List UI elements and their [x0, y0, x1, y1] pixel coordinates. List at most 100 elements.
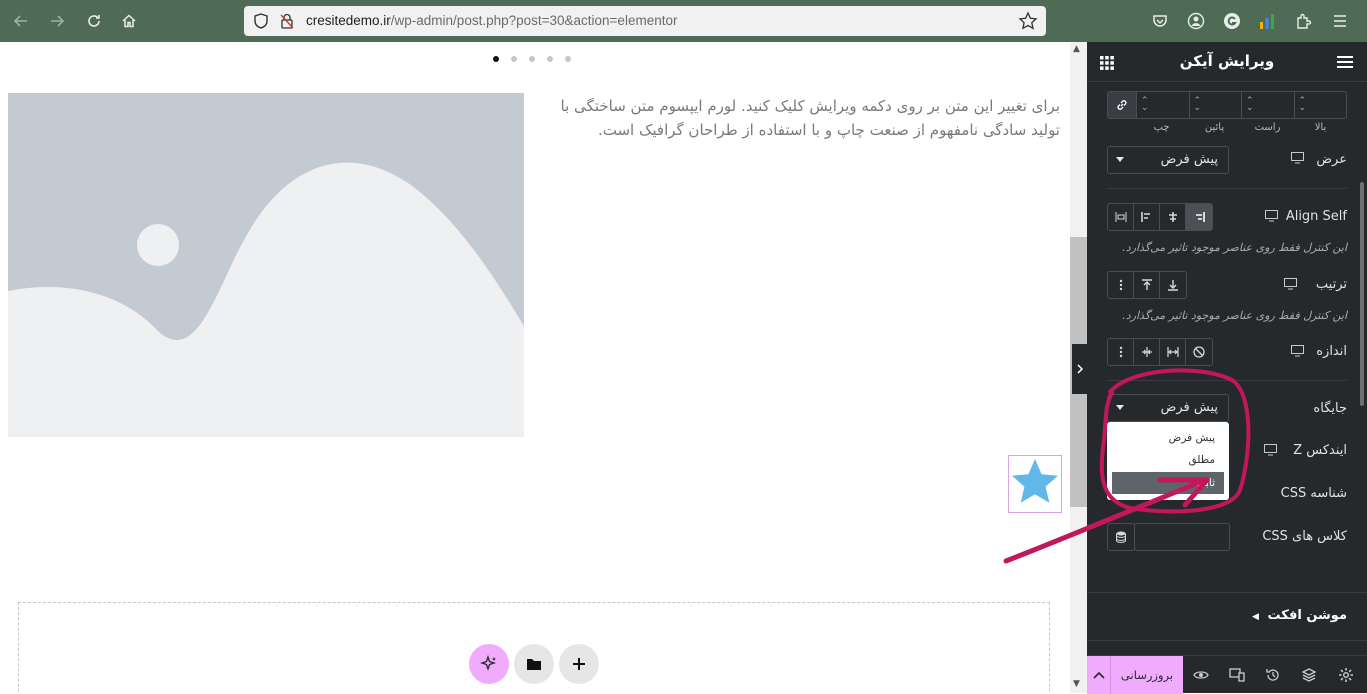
css-classes-input[interactable]	[1134, 523, 1230, 551]
extensions-puzzle-icon[interactable]	[1294, 11, 1314, 31]
stepper-icon[interactable]: ⌃ ⌄	[1299, 97, 1307, 113]
grow-icon	[1166, 347, 1179, 357]
update-button[interactable]: بروزرسانی	[1111, 656, 1183, 694]
caret-left-icon: ◀	[1252, 612, 1259, 622]
align-self-buttons	[1107, 203, 1213, 231]
link-icon	[1117, 100, 1127, 110]
margin-right-input[interactable]: ⌃ ⌄	[1241, 92, 1294, 118]
more-vertical-icon	[1119, 346, 1122, 358]
position-select[interactable]: پیش فرض	[1107, 394, 1229, 422]
divider	[1087, 592, 1367, 593]
bookmark-star-icon[interactable]	[1018, 11, 1038, 31]
shrink-icon	[1141, 347, 1152, 357]
url-text[interactable]: cresitedemo.ir/wp-admin/post.php?post=30…	[306, 13, 677, 28]
slider-dot[interactable]	[529, 56, 535, 62]
desktop-monitor-icon[interactable]	[1284, 278, 1297, 293]
width-select[interactable]: پیش فرض	[1107, 146, 1229, 174]
align-center-button[interactable]	[1160, 204, 1186, 230]
stepper-icon[interactable]: ⌃ ⌄	[1141, 97, 1149, 113]
align-start-icon	[1140, 212, 1150, 222]
dimension-labels: چپ پائین راست بالا	[1107, 122, 1347, 133]
home-icon[interactable]	[119, 11, 139, 31]
navigator-layers-icon[interactable]	[1301, 667, 1317, 683]
align-stretch-button[interactable]	[1108, 204, 1134, 230]
arrow-to-top-icon	[1141, 279, 1152, 290]
align-start-button[interactable]	[1134, 204, 1160, 230]
publish-options-button[interactable]	[1087, 656, 1111, 694]
url-path: /wp-admin/post.php?post=30&action=elemen…	[390, 13, 678, 28]
shield-icon[interactable]	[252, 12, 270, 30]
desktop-monitor-icon[interactable]	[1264, 444, 1277, 459]
dynamic-tags-button[interactable]	[1107, 523, 1135, 551]
size-label: اندازه	[1316, 344, 1347, 359]
chevron-right-icon	[1077, 364, 1084, 374]
back-icon[interactable]	[11, 11, 31, 31]
plus-icon	[573, 658, 585, 670]
position-label: جایگاه	[1313, 401, 1347, 416]
app-menu-icon[interactable]	[1330, 11, 1350, 31]
order-last-button[interactable]	[1160, 272, 1186, 298]
motion-effects-section[interactable]: موشن افکت ◀	[1252, 608, 1347, 623]
history-icon[interactable]	[1265, 667, 1281, 683]
responsive-mode-icon[interactable]	[1229, 667, 1245, 683]
ai-sparkle-button[interactable]	[469, 644, 509, 684]
size-shrink-button[interactable]	[1134, 339, 1160, 365]
position-option[interactable]: مطلق	[1107, 449, 1229, 471]
panel-collapse-toggle[interactable]	[1072, 344, 1088, 394]
align-end-button[interactable]	[1186, 204, 1212, 230]
desktop-monitor-icon[interactable]	[1291, 345, 1304, 360]
scroll-up-arrow[interactable]: ▲	[1073, 44, 1080, 54]
template-library-button[interactable]	[514, 644, 554, 684]
width-label: عرض	[1316, 152, 1347, 167]
address-bar[interactable]: cresitedemo.ir/wp-admin/post.php?post=30…	[244, 6, 1046, 36]
text-editor-paragraph[interactable]: برای تغییر این متن بر روی دکمه ویرایش کل…	[540, 94, 1060, 142]
order-custom-button[interactable]	[1108, 272, 1134, 298]
position-dropdown: پیش فرض مطلق ثابت	[1107, 422, 1229, 500]
lock-warning-icon[interactable]	[278, 12, 296, 30]
desktop-monitor-icon[interactable]	[1265, 210, 1278, 225]
add-section-button[interactable]	[559, 644, 599, 684]
label-right: راست	[1254, 122, 1281, 133]
folder-icon	[527, 659, 541, 670]
icon-widget-selected[interactable]	[1008, 455, 1062, 513]
reload-icon[interactable]	[84, 11, 104, 31]
slider-dots	[493, 56, 571, 62]
extension-g-icon[interactable]	[1222, 11, 1242, 31]
desktop-monitor-icon[interactable]	[1291, 152, 1304, 167]
stepper-icon[interactable]: ⌃ ⌄	[1246, 97, 1254, 113]
order-first-button[interactable]	[1134, 272, 1160, 298]
sparkle-icon	[480, 655, 497, 672]
hamburger-menu-icon[interactable]	[1337, 54, 1353, 73]
width-select-value: پیش فرض	[1160, 152, 1218, 167]
slider-dot[interactable]	[493, 56, 499, 62]
link-values-button[interactable]	[1108, 92, 1136, 118]
pocket-icon[interactable]	[1150, 11, 1170, 31]
forward-icon[interactable]	[47, 11, 67, 31]
panel-title: ویرایش آیکن	[1179, 52, 1275, 70]
slider-dot[interactable]	[511, 56, 517, 62]
position-option[interactable]: پیش فرض	[1107, 427, 1229, 449]
editor-canvas: برای تغییر این متن بر روی دکمه ویرایش کل…	[0, 42, 1070, 693]
preview-eye-icon[interactable]	[1193, 667, 1209, 683]
size-grow-button[interactable]	[1160, 339, 1186, 365]
stats-extension-icon[interactable]	[1257, 11, 1277, 31]
panel-scrollbar[interactable]	[1360, 182, 1364, 406]
settings-gear-icon[interactable]	[1338, 667, 1354, 683]
scroll-down-arrow[interactable]: ▼	[1073, 679, 1080, 689]
placeholder-image[interactable]	[8, 93, 524, 437]
slider-dot[interactable]	[565, 56, 571, 62]
slider-dot[interactable]	[547, 56, 553, 62]
size-none-button[interactable]	[1186, 339, 1212, 365]
order-buttons	[1107, 271, 1187, 299]
align-end-icon	[1196, 212, 1205, 222]
margin-top-input[interactable]: ⌃ ⌄	[1293, 92, 1347, 118]
margin-bottom-input[interactable]: ⌃ ⌄	[1188, 92, 1242, 118]
size-custom-button[interactable]	[1108, 339, 1134, 365]
margin-left-input[interactable]: ⌃ ⌄	[1136, 92, 1189, 118]
position-option-selected[interactable]: ثابت	[1112, 472, 1224, 494]
account-icon[interactable]	[1186, 11, 1206, 31]
divider	[1107, 380, 1347, 381]
stepper-icon[interactable]: ⌃ ⌄	[1194, 97, 1202, 113]
url-host: cresitedemo.ir	[306, 13, 391, 28]
star-icon	[1012, 459, 1058, 503]
